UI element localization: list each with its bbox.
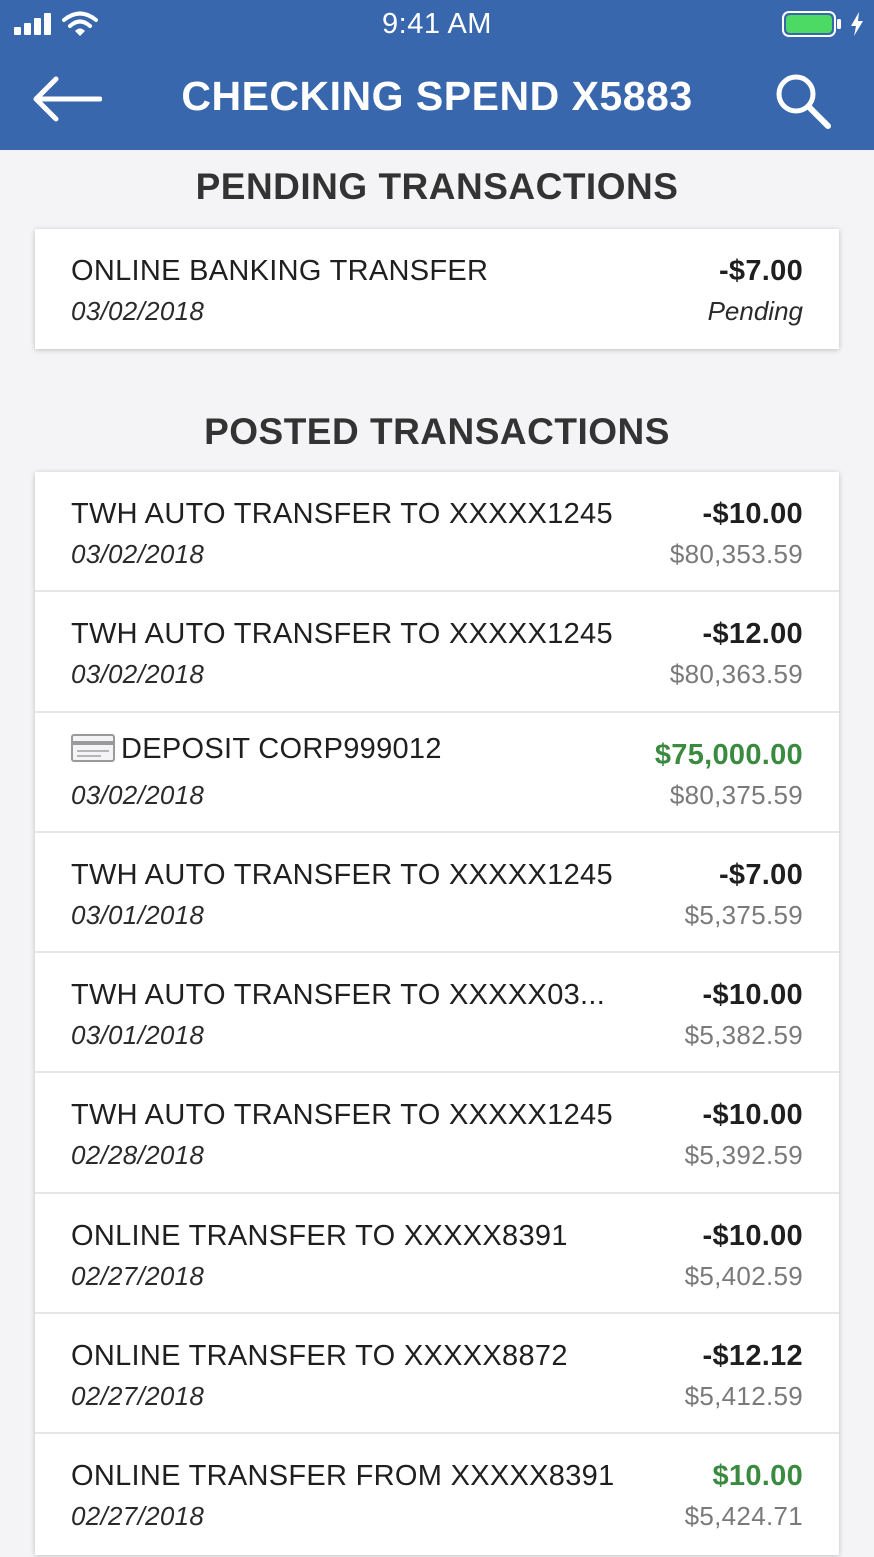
search-icon [776,74,831,129]
transaction-amount: $10.00 [712,1460,803,1493]
charging-icon [851,12,863,36]
running-balance: $5,402.59 [684,1260,803,1291]
running-balance: $5,392.59 [684,1140,803,1171]
transaction-description-group: DEPOSIT CORP999012 [71,733,681,766]
transaction-description: TWH AUTO TRANSFER TO XXXXX1245 [71,858,613,891]
transaction-date: 03/02/2018 [71,296,205,326]
transaction-date: 03/02/2018 [71,659,205,690]
transaction-row[interactable]: ONLINE BANKING TRANSFER 03/02/2018 -$7.0… [35,229,839,350]
transaction-date: 02/27/2018 [71,1501,205,1532]
running-balance: $80,363.59 [669,659,803,690]
battery-icon [782,11,841,37]
transaction-description: ONLINE TRANSFER TO XXXXX8391 [71,1219,568,1252]
transaction-date: 03/02/2018 [71,779,205,810]
transaction-row[interactable]: DEPOSIT CORP999012 03/02/2018 $75,000.00… [35,712,839,833]
transaction-description: TWH AUTO TRANSFER TO XXXXX03... [71,979,606,1012]
transaction-amount: -$7.00 [718,858,803,891]
pending-status: Pending [707,296,803,326]
transaction-description: TWH AUTO TRANSFER TO XXXXX1245 [71,1099,613,1132]
transaction-row[interactable]: TWH AUTO TRANSFER TO XXXXX03... 03/01/20… [35,953,839,1074]
transaction-amount: -$10.00 [702,979,803,1012]
transaction-description: TWH AUTO TRANSFER TO XXXXX1245 [71,498,613,530]
transaction-row[interactable]: ONLINE TRANSFER FROM XXXXX8391 02/27/201… [35,1434,839,1555]
pending-section-title: PENDING TRANSACTIONS [195,166,679,207]
transaction-description: ONLINE BANKING TRANSFER [71,255,489,287]
transaction-row[interactable]: TWH AUTO TRANSFER TO XXXXX1245 03/02/201… [35,472,839,593]
nav-bar: CHECKING SPEND X5883 [0,48,874,148]
check-icon [71,733,115,762]
transaction-date: 03/01/2018 [71,899,205,930]
running-balance: $5,382.59 [684,1020,803,1051]
transaction-amount: -$7.00 [718,255,803,287]
running-balance: $5,424.71 [684,1501,803,1532]
posted-section-title: POSTED TRANSACTIONS [204,411,670,452]
transaction-row[interactable]: TWH AUTO TRANSFER TO XXXXX1245 03/02/201… [35,592,839,713]
transaction-date: 02/27/2018 [71,1260,205,1291]
transaction-amount: -$10.00 [702,1219,803,1252]
running-balance: $5,375.59 [684,899,803,930]
page-title: CHECKING SPEND X5883 [181,73,693,119]
app-header: 9:41 AM CHECKING SPEND X5883 [0,0,874,150]
transaction-row[interactable]: ONLINE TRANSFER TO XXXXX8872 02/27/2018 … [35,1314,839,1435]
transaction-amount: -$12.00 [702,618,803,651]
transaction-date: 02/28/2018 [71,1140,205,1171]
transaction-description: TWH AUTO TRANSFER TO XXXXX1245 [71,618,613,651]
transaction-date: 03/02/2018 [71,539,205,569]
transaction-amount: $75,000.00 [654,738,803,771]
transaction-description: DEPOSIT CORP999012 [121,732,442,765]
running-balance: $80,353.59 [669,539,803,569]
search-button[interactable] [772,70,834,132]
transaction-row[interactable]: TWH AUTO TRANSFER TO XXXXX1245 03/01/201… [35,832,839,954]
running-balance: $5,412.59 [684,1381,803,1412]
transaction-date: 02/27/2018 [71,1381,205,1412]
transaction-description: ONLINE TRANSFER TO XXXXX8872 [71,1340,568,1373]
status-bar: 9:41 AM [0,0,874,48]
running-balance: $80,375.59 [669,779,803,810]
transaction-amount: -$10.00 [702,498,803,530]
transaction-date: 03/01/2018 [71,1020,205,1051]
transaction-amount: -$10.00 [702,1099,803,1132]
transaction-description: ONLINE TRANSFER FROM XXXXX8391 [71,1460,615,1493]
posted-transactions-card: TWH AUTO TRANSFER TO XXXXX1245 03/02/201… [35,472,839,1555]
pending-transactions-card: ONLINE BANKING TRANSFER 03/02/2018 -$7.0… [35,229,839,350]
transaction-amount: -$12.12 [702,1340,803,1373]
transaction-row[interactable]: TWH AUTO TRANSFER TO XXXXX1245 02/28/201… [35,1073,839,1194]
transaction-row[interactable]: ONLINE TRANSFER TO XXXXX8391 02/27/2018 … [35,1193,839,1315]
status-time: 9:41 AM [382,8,492,40]
